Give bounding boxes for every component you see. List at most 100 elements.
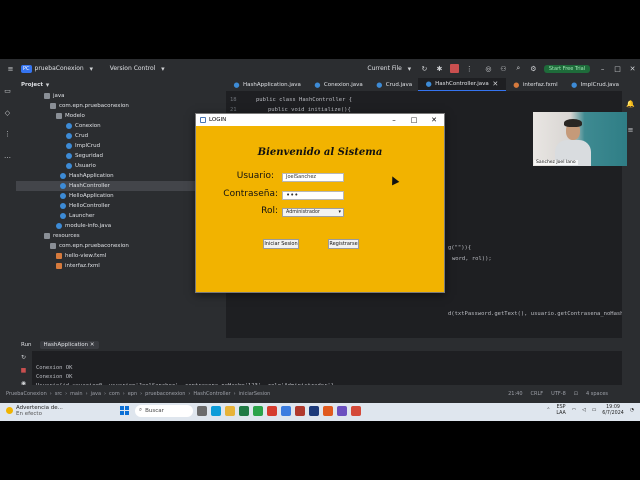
ai-icon: ◎	[485, 64, 492, 73]
maximize-icon[interactable]: □	[404, 114, 424, 126]
tree-item-label: HelloApplication	[69, 193, 114, 199]
close-icon[interactable]: ✕	[424, 114, 444, 126]
breadcrumb-item[interactable]: src	[55, 391, 62, 397]
battery-icon[interactable]: ▭	[592, 408, 597, 413]
run-tab[interactable]: HashApplication ✕	[39, 340, 99, 349]
project-badge: PC	[21, 64, 32, 73]
tab-interfaz[interactable]: ● interfaz.fxml	[506, 78, 564, 91]
console-line: Conexion OK	[36, 365, 73, 371]
chevron-down-icon: ▾	[338, 209, 341, 215]
login-titlebar[interactable]: LOGIN – □ ✕	[196, 114, 444, 126]
teams-icon[interactable]	[281, 405, 291, 416]
file-encoding[interactable]: UTF-8	[551, 391, 566, 397]
breadcrumb-item[interactable]: iniciarSesion	[239, 391, 271, 397]
office-icon[interactable]	[295, 405, 305, 416]
run-config-selector[interactable]: Current File ▾	[367, 64, 413, 73]
start-trial-label: Start Free Trial	[543, 64, 591, 73]
store-icon[interactable]	[309, 405, 319, 416]
maximize-window-icon[interactable]: □	[613, 64, 622, 73]
minimize-icon[interactable]: –	[384, 114, 404, 126]
breadcrumb-item[interactable]: java	[91, 391, 101, 397]
java-class-icon	[60, 203, 66, 209]
register-button[interactable]: Registrarse	[328, 239, 359, 249]
minimize-window-icon[interactable]: –	[598, 64, 607, 73]
breadcrumb-item[interactable]: main	[70, 391, 83, 397]
search-everywhere-button[interactable]: ⌕	[514, 64, 523, 73]
indent-setting[interactable]: 4 spaces	[586, 391, 608, 397]
task-view-icon[interactable]	[197, 405, 207, 416]
whatsapp-icon[interactable]	[253, 405, 263, 416]
close-icon[interactable]: ✕	[90, 342, 95, 348]
edge-icon[interactable]	[211, 405, 221, 416]
project-panel-title[interactable]: Project	[21, 82, 43, 88]
user-field[interactable]: JoelSanchez	[282, 173, 344, 182]
commit-icon[interactable]: ◇	[3, 108, 12, 117]
xbox-icon[interactable]	[239, 405, 249, 416]
windows-taskbar: Advertencia de... En efecto ⌕ Buscar ⌃ E…	[0, 400, 640, 421]
breadcrumb-item[interactable]: PruebaConexion	[6, 391, 47, 397]
chrome-icon[interactable]	[267, 405, 277, 416]
java-app-icon	[200, 117, 206, 123]
password-field[interactable]: •••	[282, 191, 344, 200]
settings-button[interactable]: ⚙	[529, 64, 538, 73]
caret-position[interactable]: 21:40	[508, 391, 522, 397]
intellij-icon[interactable]	[323, 405, 333, 416]
rerun-icon[interactable]: ↻	[19, 353, 28, 362]
rerun-button[interactable]: ↻	[420, 64, 429, 73]
taskbar-search[interactable]: ⌕ Buscar	[135, 404, 193, 417]
start-trial-button[interactable]: Start Free Trial	[543, 64, 591, 73]
clock[interactable]: 19:09 6/7/2024	[602, 405, 624, 416]
structure-icon[interactable]: ⋮	[3, 130, 12, 139]
line-separator[interactable]: CRLF	[531, 391, 544, 397]
login-button[interactable]: Iniciar Sesion	[263, 239, 299, 249]
tab-crud[interactable]: ● Crud.java	[369, 78, 418, 91]
tab-conexion[interactable]: ● Conexion.java	[307, 78, 369, 91]
tree-item[interactable]: java	[16, 91, 226, 101]
weather-warning[interactable]: Advertencia de... En efecto	[0, 405, 120, 417]
app-icon[interactable]	[337, 405, 347, 416]
close-icon[interactable]: ✕	[491, 80, 500, 89]
collab-button[interactable]: ⚇	[499, 64, 508, 73]
breadcrumb-item[interactable]: epn	[128, 391, 137, 397]
tree-item[interactable]: com.epn.pruebaconexion	[16, 101, 226, 111]
chevron-up-icon[interactable]: ⌃	[546, 408, 550, 413]
breadcrumb-separator-icon: ›	[85, 391, 88, 397]
tree-item-label: ImplCrud	[75, 143, 101, 149]
recorder-icon[interactable]	[351, 405, 361, 416]
project-selector[interactable]: PC pruebaConexion ▾	[21, 64, 96, 73]
notifications-icon[interactable]: 🔔	[626, 100, 635, 109]
ai-button[interactable]: ◎	[484, 64, 493, 73]
language-indicator[interactable]: ESP LAA	[556, 405, 565, 416]
more-button[interactable]: ⋮	[465, 64, 474, 73]
tree-item-label: com.epn.pruebaconexion	[59, 243, 129, 249]
stop-icon[interactable]: ■	[19, 366, 28, 375]
wifi-icon[interactable]: ◠	[572, 408, 576, 413]
debug-button[interactable]: ✱	[435, 64, 444, 73]
folder-icon[interactable]: ▭	[3, 87, 12, 96]
breadcrumb-item[interactable]: HashController	[193, 391, 230, 397]
volume-icon[interactable]: ◁	[582, 408, 586, 413]
rol-select[interactable]: Administrador ▾	[282, 208, 344, 217]
stop-button[interactable]	[449, 64, 459, 73]
breadcrumb-item[interactable]: com	[109, 391, 120, 397]
tab-hashcontroller[interactable]: ● HashController.java ✕	[418, 78, 506, 91]
tab-hashapplication[interactable]: ● HashApplication.java	[226, 78, 307, 91]
tab-implcrud[interactable]: ● ImplCrud.java	[564, 78, 625, 91]
breadcrumb-separator-icon: ›	[233, 391, 236, 397]
lock-icon[interactable]: ⊡	[574, 391, 578, 397]
vcs-menu[interactable]: Version Control ▾	[110, 64, 168, 73]
start-icon[interactable]	[120, 406, 129, 415]
database-icon[interactable]: ≡	[626, 125, 635, 134]
chevron-down-icon[interactable]: ▾	[43, 80, 52, 89]
close-window-icon[interactable]: ✕	[628, 64, 637, 73]
notification-bell-icon[interactable]: ◔	[630, 408, 634, 413]
run-config-label: Current File	[367, 65, 402, 72]
rol-label: Rol:	[261, 206, 278, 216]
console-line: Conexion OK	[36, 374, 73, 381]
tab-label: Crud.java	[385, 81, 413, 88]
more-tools-icon[interactable]: …	[3, 151, 12, 160]
breadcrumb-item[interactable]: pruebaconexion	[145, 391, 185, 397]
main-menu-icon[interactable]: ≡	[6, 64, 15, 73]
fxml-file-icon	[56, 253, 62, 259]
file-explorer-icon[interactable]	[225, 405, 235, 416]
